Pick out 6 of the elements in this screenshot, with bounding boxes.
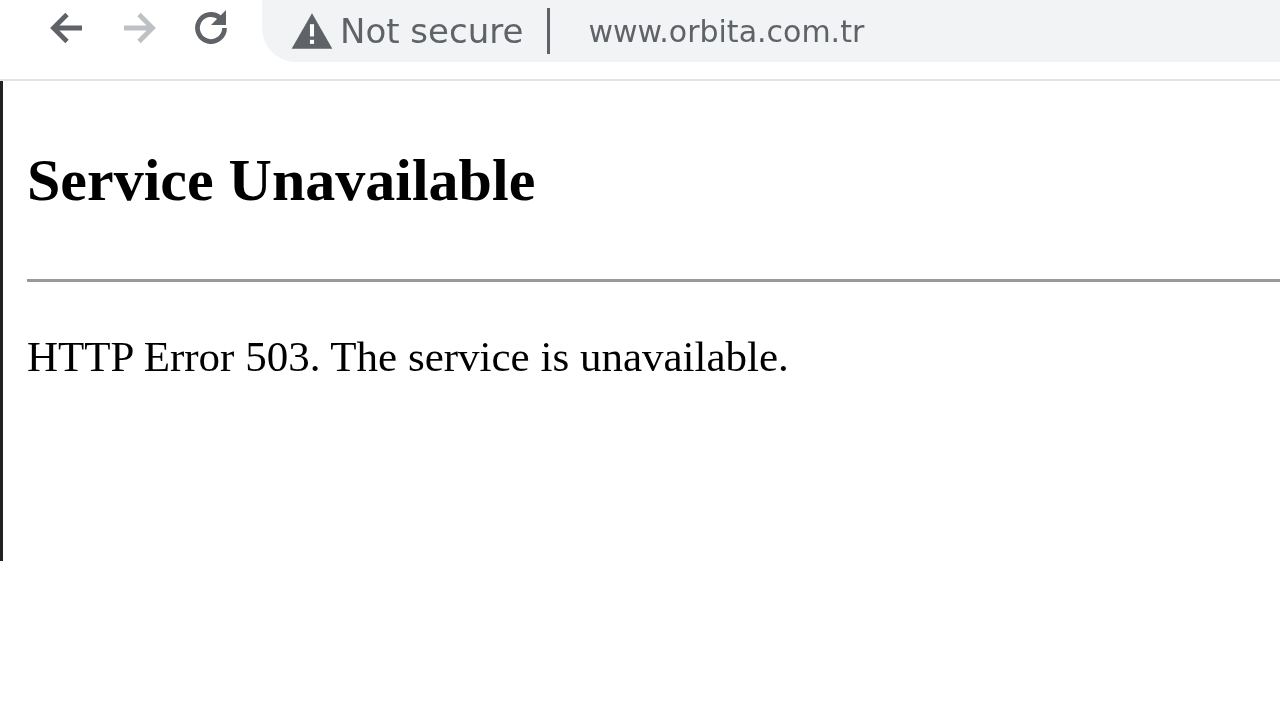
- error-message: HTTP Error 503. The service is unavailable.: [27, 332, 790, 382]
- url-text[interactable]: www.orbita.com.tr: [588, 13, 865, 49]
- security-label[interactable]: Not secure: [340, 11, 524, 51]
- address-bar[interactable]: Not secure www.orbita.com.tr: [262, 0, 1280, 62]
- page-heading: Service Unavailable: [27, 146, 537, 215]
- warning-icon: [290, 12, 334, 50]
